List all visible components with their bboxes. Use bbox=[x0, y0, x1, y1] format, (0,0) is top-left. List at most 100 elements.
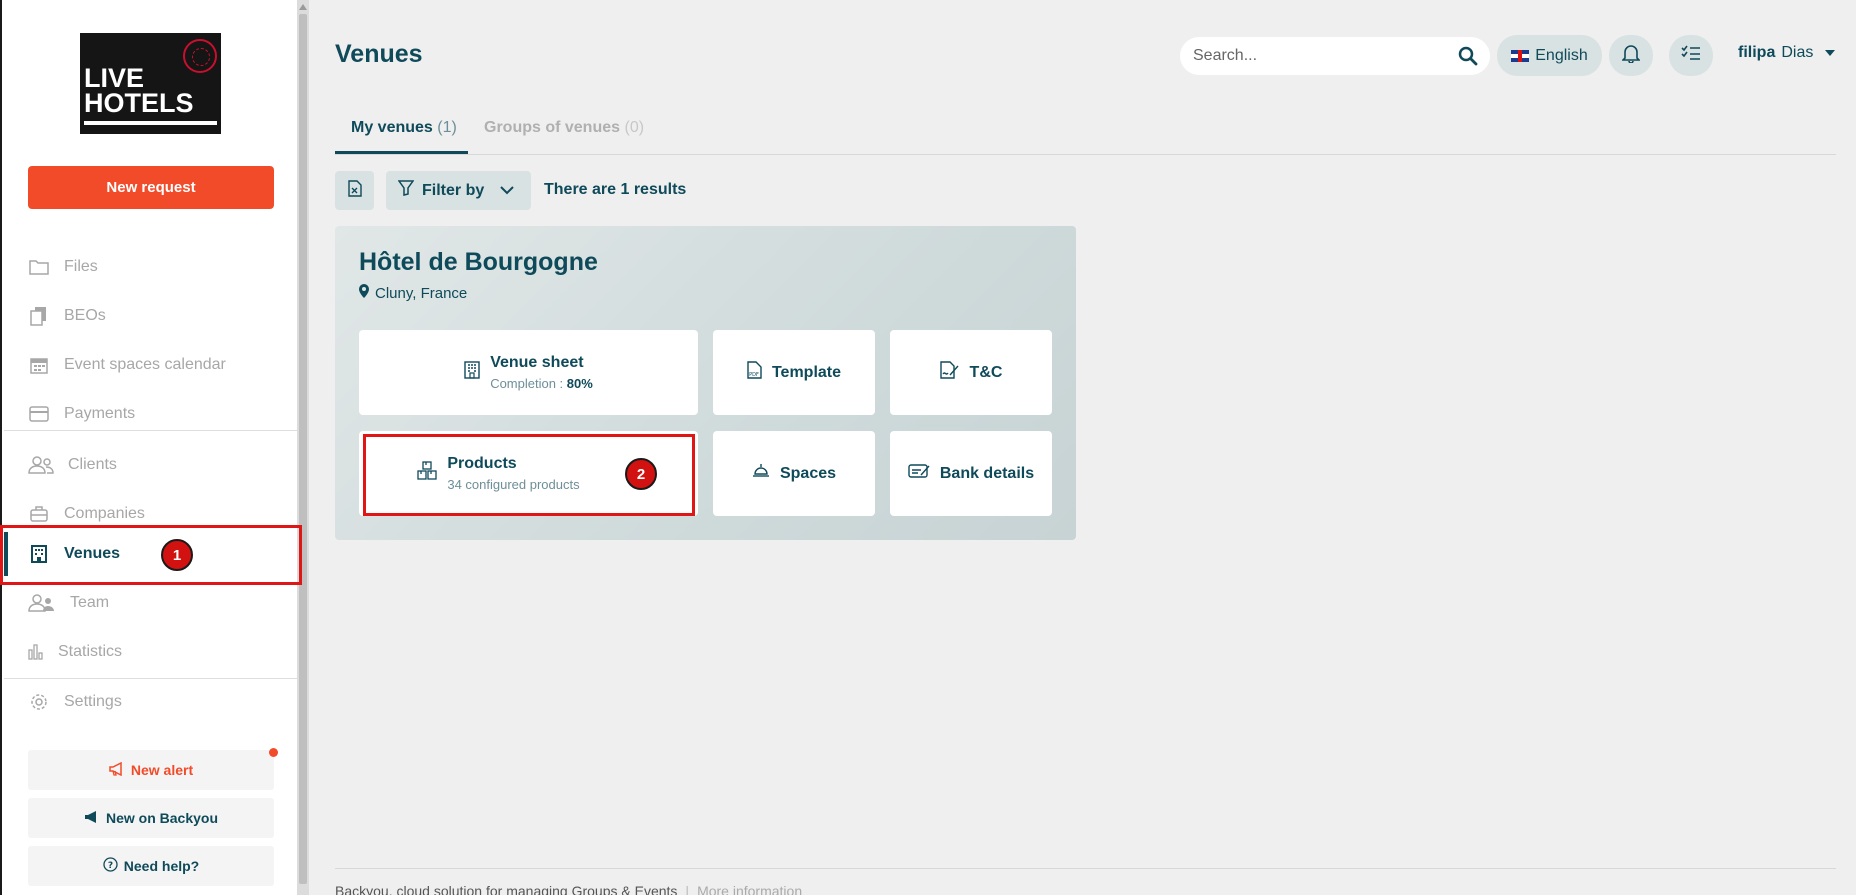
new-on-backyou-button[interactable]: New on Backyou bbox=[28, 798, 274, 838]
search-icon[interactable] bbox=[1458, 46, 1478, 71]
scrollbar-thumb[interactable] bbox=[299, 14, 307, 884]
spaces-title: Spaces bbox=[779, 464, 837, 482]
user-last-name: Dias bbox=[1781, 44, 1814, 61]
bank-details-tile[interactable]: Bank details bbox=[890, 431, 1052, 516]
sidebar-item-statistics[interactable]: Statistics bbox=[4, 630, 299, 674]
documents-icon bbox=[28, 305, 50, 327]
sidebar-item-files[interactable]: Files bbox=[4, 245, 299, 289]
bank-details-title: Bank details bbox=[939, 464, 1035, 482]
filter-by-button[interactable]: Filter by bbox=[386, 171, 531, 210]
calendar-icon bbox=[28, 354, 50, 376]
sidebar-item-label: Settings bbox=[64, 693, 122, 710]
sidebar-item-beos[interactable]: BEOs bbox=[4, 294, 299, 338]
venue-sheet-tile[interactable]: Venue sheet Completion : 80% bbox=[359, 330, 698, 415]
briefcase-icon bbox=[28, 503, 50, 525]
user-menu[interactable]: filipa Dias bbox=[1738, 44, 1836, 62]
need-help-label: Need help? bbox=[123, 858, 200, 874]
tab-label: My venues bbox=[351, 119, 433, 136]
sidebar-item-label: BEOs bbox=[64, 307, 106, 324]
bar-chart-icon bbox=[28, 641, 44, 663]
users-icon bbox=[28, 454, 54, 476]
folder-icon bbox=[28, 256, 50, 278]
checklist-icon bbox=[1681, 45, 1701, 66]
tabs-divider bbox=[335, 154, 1836, 155]
user-first-name: filipa bbox=[1738, 44, 1776, 61]
sidebar-item-team[interactable]: Team bbox=[4, 581, 299, 625]
search-input[interactable] bbox=[1193, 47, 1453, 65]
sidebar-item-label: Event spaces calendar bbox=[64, 356, 226, 373]
new-request-button[interactable]: New request bbox=[28, 166, 274, 209]
check-payment-icon bbox=[908, 463, 930, 484]
notifications-button[interactable] bbox=[1609, 35, 1653, 76]
scroll-up-arrow-icon[interactable] bbox=[299, 4, 307, 10]
excel-file-icon bbox=[347, 179, 362, 202]
pdf-file-icon: PDF bbox=[747, 361, 762, 384]
sidebar-item-label: Files bbox=[64, 258, 98, 275]
lamp-icon bbox=[752, 463, 770, 484]
sidebar-item-event-spaces-calendar[interactable]: Event spaces calendar bbox=[4, 343, 299, 387]
completion-value: 80% bbox=[566, 376, 593, 391]
tab-groups-of-venues[interactable]: Groups of venues (0) bbox=[484, 119, 644, 137]
help-circle-icon: ? bbox=[103, 857, 118, 875]
tasks-button[interactable] bbox=[1669, 35, 1713, 76]
more-information-link[interactable]: More information bbox=[697, 883, 802, 895]
active-tab-indicator bbox=[335, 151, 468, 154]
megaphone-icon bbox=[84, 810, 100, 827]
footer-text: Backyou, cloud solution for managing Gro… bbox=[335, 883, 678, 895]
venue-sheet-title: Venue sheet bbox=[490, 354, 584, 371]
building-icon bbox=[464, 361, 480, 384]
svg-text:?: ? bbox=[108, 861, 113, 871]
new-on-backyou-label: New on Backyou bbox=[105, 810, 219, 826]
venue-name[interactable]: Hôtel de Bourgogne bbox=[359, 248, 598, 277]
signed-document-icon bbox=[939, 361, 960, 384]
annotation-badge-1: 1 bbox=[161, 539, 193, 571]
footer: Backyou, cloud solution for managing Gro… bbox=[335, 883, 802, 895]
template-tile[interactable]: PDF Template bbox=[713, 330, 875, 415]
search-box[interactable] bbox=[1180, 37, 1490, 75]
sidebar-item-label: Statistics bbox=[58, 643, 123, 660]
sidebar-item-settings[interactable]: Settings bbox=[4, 680, 299, 724]
new-alert-label: New alert bbox=[130, 762, 194, 778]
results-count: There are 1 results bbox=[544, 181, 687, 198]
uk-flag-icon bbox=[1511, 49, 1530, 62]
venue-sheet-completion: Completion : 80% bbox=[490, 376, 593, 391]
sidebar-item-label: Clients bbox=[68, 456, 117, 473]
team-icon bbox=[28, 592, 56, 614]
filter-icon bbox=[397, 180, 415, 201]
tc-title: T&C bbox=[969, 363, 1003, 381]
tab-my-venues[interactable]: My venues (1) bbox=[351, 119, 457, 137]
page-title: Venues bbox=[335, 40, 423, 68]
new-alert-button[interactable]: New alert bbox=[28, 750, 274, 790]
credit-card-icon bbox=[28, 403, 50, 425]
caret-down-icon bbox=[1825, 50, 1836, 56]
tab-count: (1) bbox=[437, 119, 457, 136]
sidebar-item-clients[interactable]: Clients bbox=[4, 443, 299, 487]
venue-location: Cluny, France bbox=[359, 284, 467, 302]
sidebar-item-label: Payments bbox=[64, 405, 136, 422]
sidebar-item-label: Companies bbox=[64, 505, 145, 522]
completion-label: Completion : bbox=[490, 376, 567, 391]
tc-tile[interactable]: T&C bbox=[890, 330, 1052, 415]
annotation-badge-2: 2 bbox=[625, 458, 657, 490]
template-title: Template bbox=[771, 363, 842, 381]
need-help-button[interactable]: ? Need help? bbox=[28, 846, 274, 886]
sidebar-item-label: Team bbox=[70, 594, 110, 611]
megaphone-icon bbox=[109, 761, 125, 779]
bell-icon bbox=[1621, 43, 1641, 68]
logo-underline bbox=[84, 121, 217, 125]
spaces-tile[interactable]: Spaces bbox=[713, 431, 875, 516]
tab-label: Groups of venues bbox=[484, 119, 621, 136]
footer-separator: | bbox=[685, 883, 690, 895]
language-label: English bbox=[1535, 46, 1588, 64]
sidebar: LIVE HOTELS New request Files BEOs Event… bbox=[0, 0, 299, 895]
language-selector[interactable]: English bbox=[1497, 35, 1602, 76]
sidebar-scrollbar[interactable] bbox=[297, 0, 309, 895]
tab-count: (0) bbox=[624, 119, 645, 136]
notification-dot bbox=[269, 748, 278, 757]
venue-location-text: Cluny, France bbox=[375, 284, 468, 302]
live-hotels-logo[interactable]: LIVE HOTELS bbox=[80, 33, 221, 134]
annotation-highlight-venues bbox=[0, 525, 302, 585]
seal-icon bbox=[183, 39, 217, 73]
filter-by-label: Filter by bbox=[422, 181, 485, 199]
export-excel-button[interactable] bbox=[335, 171, 374, 210]
